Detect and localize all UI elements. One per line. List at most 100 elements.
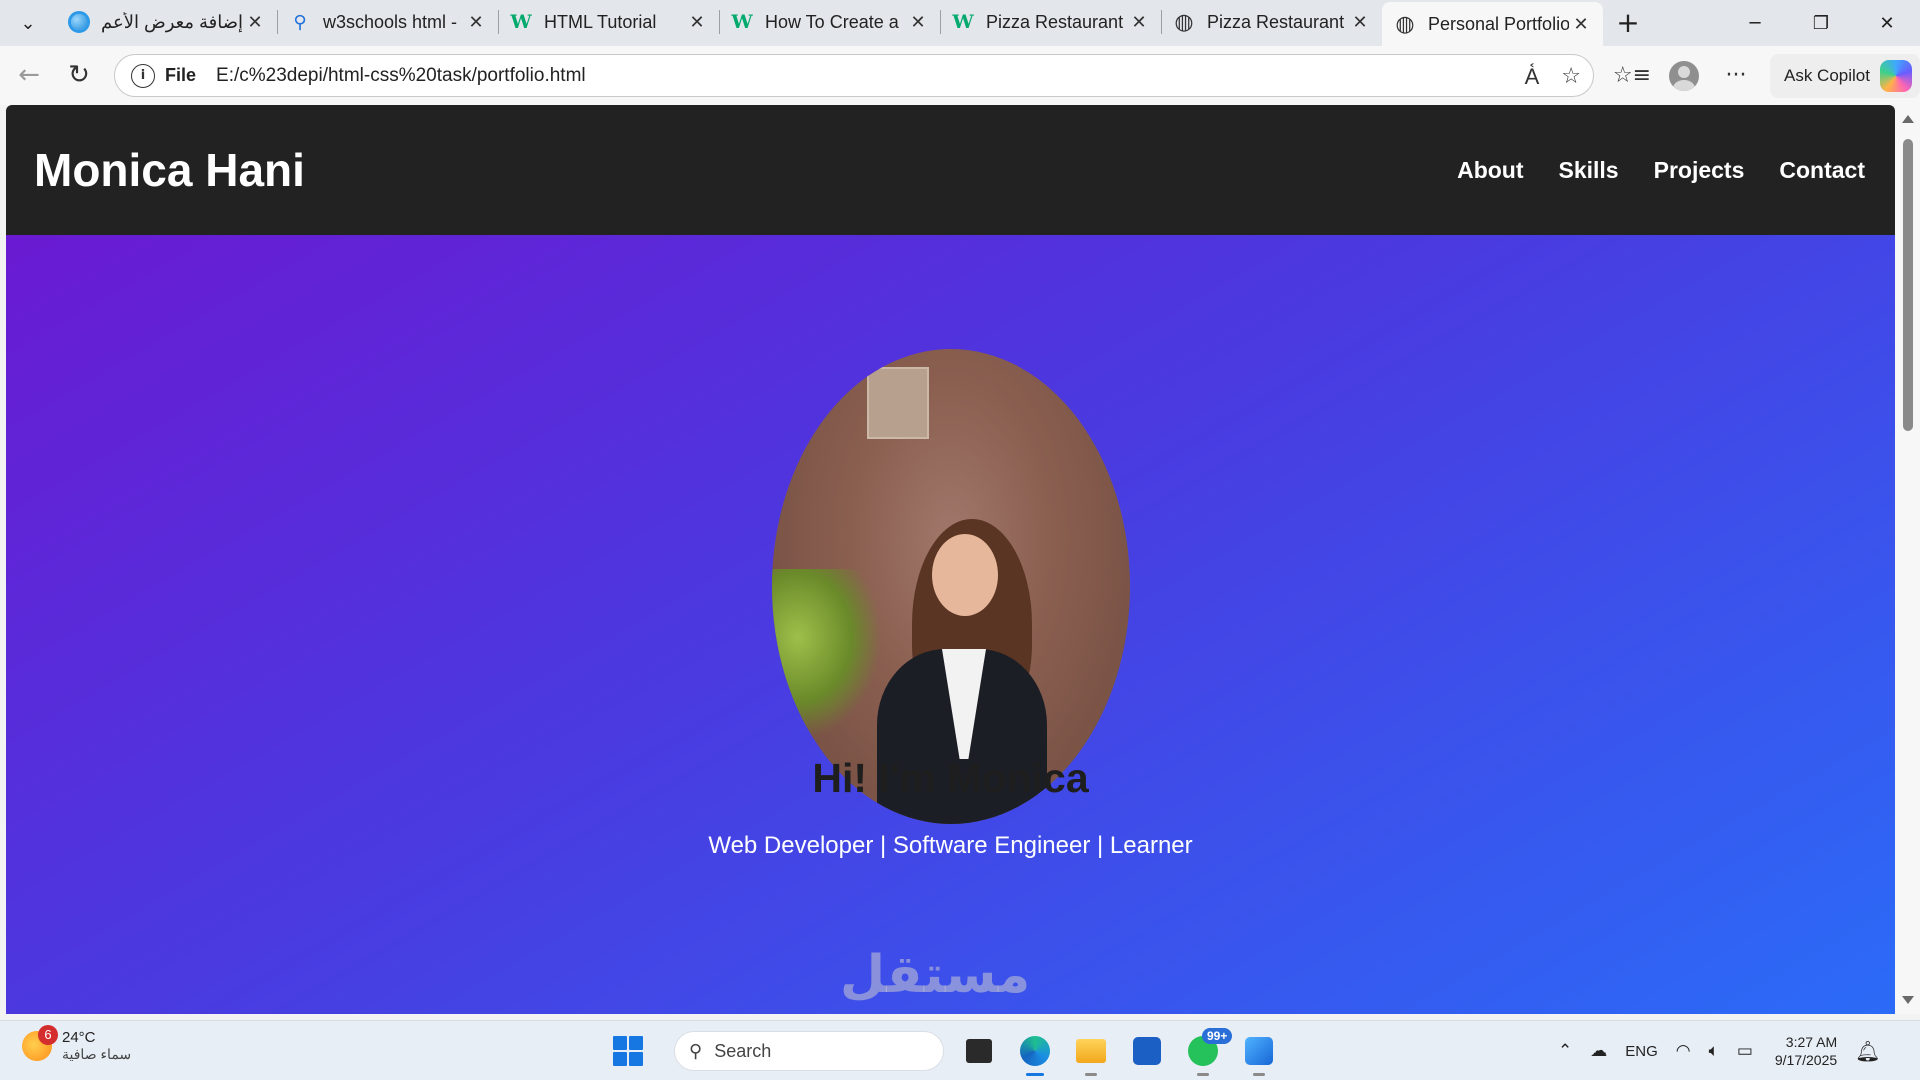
windows-icon bbox=[629, 1036, 643, 1050]
search-placeholder: Search bbox=[714, 1040, 772, 1061]
favorites-button[interactable]: ☆≡ bbox=[1606, 51, 1658, 101]
task-view-app[interactable] bbox=[958, 1030, 1000, 1072]
nav-link-about[interactable]: About bbox=[1457, 157, 1523, 184]
hero-section: Hi! I'm Monica Web Developer | Software … bbox=[6, 235, 1895, 1014]
tab-0[interactable]: إضافة معرض الأعم ✕ bbox=[56, 2, 277, 42]
back-button[interactable]: ← bbox=[4, 50, 54, 100]
restore-button[interactable]: ❐ bbox=[1788, 0, 1854, 46]
running-indicator bbox=[1253, 1073, 1265, 1076]
close-icon[interactable]: ✕ bbox=[1348, 10, 1372, 34]
windows-icon bbox=[613, 1052, 627, 1066]
minimize-icon: ─ bbox=[1749, 12, 1761, 34]
tab-title: Pizza Restaurant bbox=[1207, 11, 1345, 32]
scroll-up-icon[interactable] bbox=[1902, 115, 1914, 123]
tab-title: Pizza Restaurant bbox=[986, 11, 1124, 32]
battery-icon[interactable]: ▭ bbox=[1737, 1041, 1753, 1061]
star-icon[interactable]: ☆ bbox=[1561, 64, 1581, 89]
tab-title: HTML Tutorial bbox=[544, 11, 657, 32]
tab-6-active[interactable]: ◍ Personal Portfolio ✕ bbox=[1382, 2, 1603, 46]
weather-widget[interactable]: 6 24°C سماء صافية bbox=[22, 1024, 132, 1063]
close-icon[interactable]: ✕ bbox=[906, 10, 930, 34]
tab-4[interactable]: W Pizza Restaurant ✕ bbox=[940, 2, 1161, 42]
new-tab-button[interactable]: + bbox=[1603, 0, 1653, 44]
running-indicator bbox=[1197, 1073, 1209, 1076]
ask-copilot-button[interactable]: Ask Copilot bbox=[1770, 53, 1920, 98]
page-scrollbar[interactable] bbox=[1895, 105, 1920, 1014]
close-window-button[interactable]: ✕ bbox=[1854, 0, 1920, 46]
taskbar-search[interactable]: ⚲ Search bbox=[674, 1031, 944, 1071]
nav-link-projects[interactable]: Projects bbox=[1654, 157, 1745, 184]
store-app[interactable] bbox=[1126, 1030, 1168, 1072]
profile-button[interactable] bbox=[1658, 51, 1710, 101]
toolbar-right: ☆≡ ··· Ask Copilot bbox=[1606, 46, 1920, 105]
running-indicator bbox=[1026, 1073, 1044, 1076]
copilot-icon bbox=[68, 11, 90, 33]
photo-plant bbox=[772, 569, 882, 739]
w3schools-icon: W bbox=[952, 11, 974, 33]
wifi-icon[interactable]: ◠ bbox=[1676, 1041, 1691, 1061]
info-icon[interactable]: i bbox=[131, 63, 155, 88]
nav-link-skills[interactable]: Skills bbox=[1559, 157, 1619, 184]
url-text[interactable]: E:/c%23depi/html-css%20task/portfolio.ht… bbox=[216, 65, 586, 87]
folder-icon bbox=[1076, 1039, 1106, 1063]
tab-title: How To Create a bbox=[765, 11, 899, 32]
start-button[interactable] bbox=[608, 1031, 648, 1071]
profile-photo bbox=[772, 349, 1130, 824]
windows-icon bbox=[629, 1052, 643, 1066]
whatsapp-badge: 99+ bbox=[1202, 1028, 1233, 1044]
store-icon bbox=[1133, 1037, 1161, 1065]
address-bar[interactable]: i File E:/c%23depi/html-css%20task/portf… bbox=[114, 54, 1594, 97]
cloud-icon[interactable]: ☁ bbox=[1590, 1041, 1607, 1061]
close-icon: ✕ bbox=[1879, 12, 1895, 34]
language-indicator[interactable]: ENG bbox=[1625, 1043, 1658, 1060]
close-icon[interactable]: ✕ bbox=[243, 10, 267, 34]
photo-face bbox=[932, 534, 998, 616]
minimize-button[interactable]: ─ bbox=[1722, 0, 1788, 46]
whatsapp-app[interactable]: 99+ bbox=[1182, 1028, 1233, 1076]
more-button[interactable]: ··· bbox=[1710, 51, 1762, 101]
close-icon[interactable]: ✕ bbox=[1127, 10, 1151, 34]
scroll-thumb[interactable] bbox=[1903, 139, 1913, 431]
refresh-button[interactable]: ↻ bbox=[54, 50, 104, 100]
edge-app[interactable] bbox=[1014, 1030, 1056, 1076]
nav-link-contact[interactable]: Contact bbox=[1779, 157, 1865, 184]
tab-2[interactable]: W HTML Tutorial ✕ bbox=[498, 2, 719, 42]
tab-1[interactable]: ⚲ w3schools html - ✕ bbox=[277, 2, 498, 42]
w3schools-icon: W bbox=[510, 11, 532, 33]
weather-desc: سماء صافية bbox=[62, 1046, 132, 1063]
taskbar: 6 24°C سماء صافية ⚲ Search 99+ ⌃ ☁ ENG ◠… bbox=[0, 1020, 1920, 1080]
chevron-down-icon: ⌄ bbox=[20, 12, 36, 34]
read-aloud-icon[interactable]: A᷾ bbox=[1525, 64, 1540, 90]
file-explorer-app[interactable] bbox=[1070, 1030, 1112, 1076]
close-icon[interactable]: ✕ bbox=[685, 10, 709, 34]
close-icon[interactable]: ✕ bbox=[464, 10, 488, 34]
tab-5[interactable]: ◍ Pizza Restaurant ✕ bbox=[1161, 2, 1382, 42]
refresh-icon: ↻ bbox=[68, 60, 90, 90]
task-view-icon bbox=[966, 1039, 992, 1063]
notification-icon[interactable]: 🔔︎ bbox=[1855, 1039, 1880, 1064]
chevron-up-icon[interactable]: ⌃ bbox=[1558, 1041, 1572, 1061]
close-icon[interactable]: ✕ bbox=[1569, 12, 1593, 36]
photos-icon bbox=[1245, 1037, 1273, 1065]
clock[interactable]: 3:27 AM 9/17/2025 bbox=[1775, 1033, 1837, 1069]
windows-icon bbox=[613, 1036, 627, 1050]
address-bar-actions: A᷾ ☆ bbox=[1525, 55, 1581, 98]
scroll-down-icon[interactable] bbox=[1902, 996, 1914, 1004]
weather-icon: 6 bbox=[22, 1024, 58, 1061]
plus-icon: + bbox=[1616, 5, 1640, 39]
photo-plaque bbox=[867, 367, 929, 439]
tab-3[interactable]: W How To Create a ✕ bbox=[719, 2, 940, 42]
tab-list-button[interactable]: ⌄ bbox=[0, 0, 56, 46]
arrow-left-icon: ← bbox=[18, 60, 40, 90]
photos-app[interactable] bbox=[1238, 1030, 1280, 1076]
hero-title: Hi! I'm Monica bbox=[812, 755, 1089, 801]
site-nav: About Skills Projects Contact bbox=[1457, 157, 1865, 184]
page-viewport: Monica Hani About Skills Projects Contac… bbox=[6, 105, 1895, 1014]
site-info-label[interactable]: File bbox=[165, 65, 196, 86]
avatar bbox=[1669, 60, 1699, 91]
system-tray: ⌃ ☁ ENG ◠ 🔈︎ ▭ 3:27 AM 9/17/2025 🔔︎ bbox=[1558, 1021, 1881, 1080]
weather-temp: 24°C bbox=[62, 1029, 96, 1046]
tab-strip: ⌄ إضافة معرض الأعم ✕ ⚲ w3schools html - … bbox=[0, 0, 1920, 46]
weather-badge: 6 bbox=[38, 1024, 58, 1045]
volume-icon[interactable]: 🔈︎ bbox=[1709, 1041, 1719, 1061]
